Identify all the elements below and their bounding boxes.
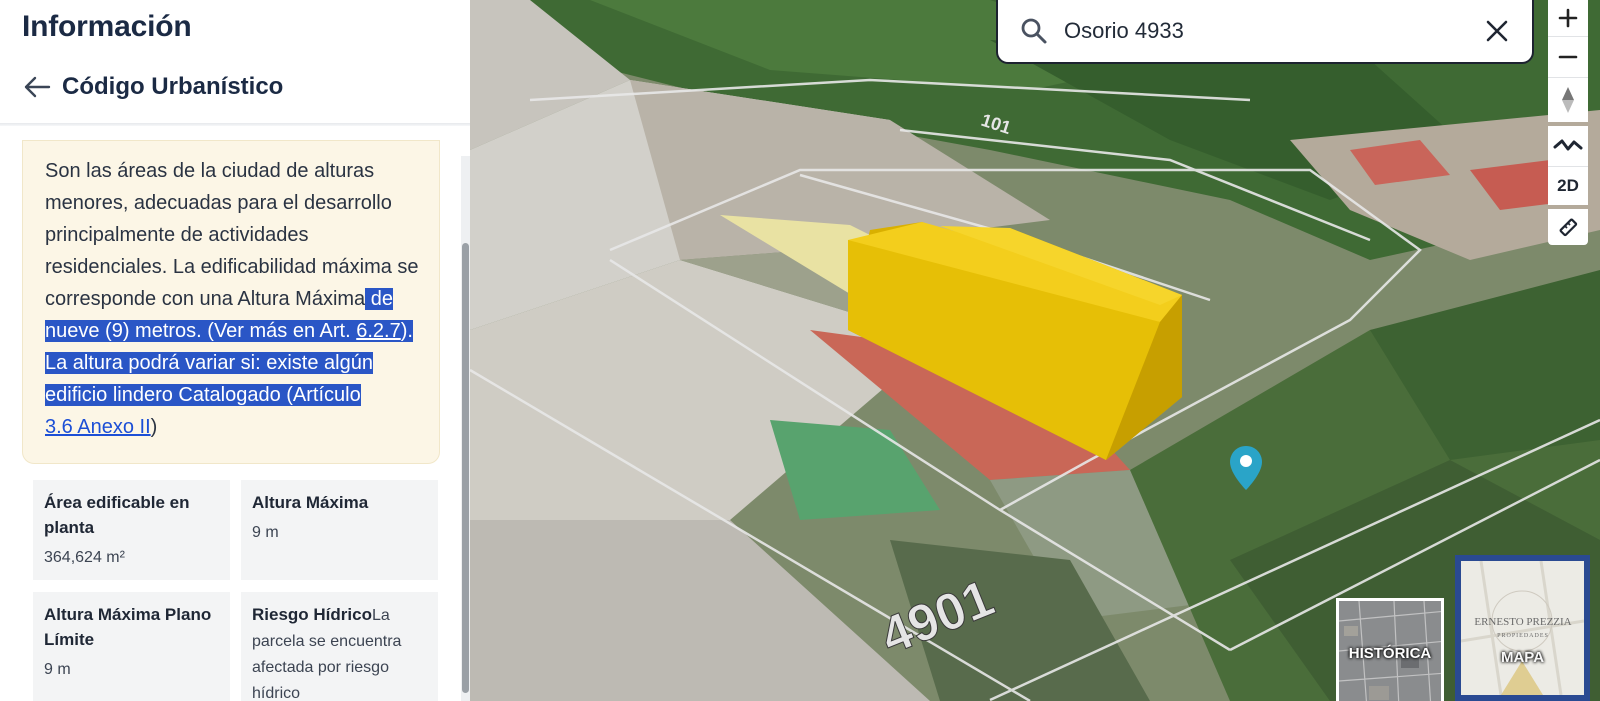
stat-label: Riesgo Hídrico	[252, 605, 372, 624]
mode-2d-button[interactable]: 2D	[1548, 167, 1588, 205]
zoom-in-button[interactable]	[1548, 0, 1588, 36]
tilt-button[interactable]	[1548, 126, 1588, 166]
basemap-historic-button[interactable]: HISTÓRICA	[1336, 598, 1444, 701]
panel-title: Información	[22, 10, 192, 43]
section-header: Código Urbanístico	[22, 72, 283, 102]
stat-buildable-area: Área edificable en planta 364,624 m²	[33, 480, 230, 580]
basemap-historic-label: HISTÓRICA	[1348, 645, 1432, 662]
back-arrow-icon[interactable]	[22, 72, 52, 102]
stat-max-height: Altura Máxima 9 m	[241, 480, 438, 580]
stat-value: 9 m	[252, 524, 279, 541]
terrain-wave-icon	[1553, 139, 1583, 151]
info-panel: Información Código Urbanístico Son las á…	[0, 0, 470, 701]
stat-label: Altura Máxima	[252, 493, 369, 512]
section-title: Código Urbanístico	[62, 73, 284, 100]
measure-button[interactable]	[1548, 209, 1588, 245]
zoom-out-button[interactable]	[1548, 37, 1588, 77]
basemap-map-button[interactable]: ERNESTO PREZZIA PROPIEDADES MAPA	[1455, 555, 1590, 701]
plus-icon	[1558, 8, 1578, 28]
zone-description: Son las áreas de la ciudad de alturas me…	[22, 140, 440, 464]
map-aerial-imagery: 4901 101	[470, 0, 1600, 701]
stat-water-risk: Riesgo HídricoLa parcela se encuentra af…	[241, 592, 438, 701]
search-input[interactable]: Osorio 4933	[1064, 18, 1484, 44]
stat-max-height-plane: Altura Máxima Plano Límite 9 m	[33, 592, 230, 701]
ruler-icon	[1559, 218, 1578, 237]
compass-icon	[1562, 87, 1574, 113]
article-link-627[interactable]: 6.2.7	[356, 320, 400, 342]
address-search-bar[interactable]: Osorio 4933	[996, 0, 1534, 64]
description-text: Son las áreas de la ciudad de alturas me…	[45, 160, 419, 310]
stat-value: 9 m	[44, 661, 71, 678]
close-icon[interactable]	[1484, 18, 1510, 44]
basemap-map-label: MAPA	[1500, 649, 1545, 666]
minus-icon	[1558, 55, 1578, 59]
scrollbar-thumb[interactable]	[462, 243, 469, 693]
stat-label: Altura Máxima Plano Límite	[44, 605, 212, 649]
search-icon[interactable]	[1020, 17, 1048, 45]
map-3d-view[interactable]: 4901 101	[470, 0, 1600, 701]
stat-value: 364,624 m²	[44, 549, 125, 566]
compass-button[interactable]	[1548, 78, 1588, 122]
stat-label: Área edificable en planta	[44, 493, 190, 537]
article-link-annex[interactable]: 3.6 Anexo II	[45, 416, 151, 438]
watermark-logo: ERNESTO PREZZIA PROPIEDADES	[1474, 616, 1572, 639]
